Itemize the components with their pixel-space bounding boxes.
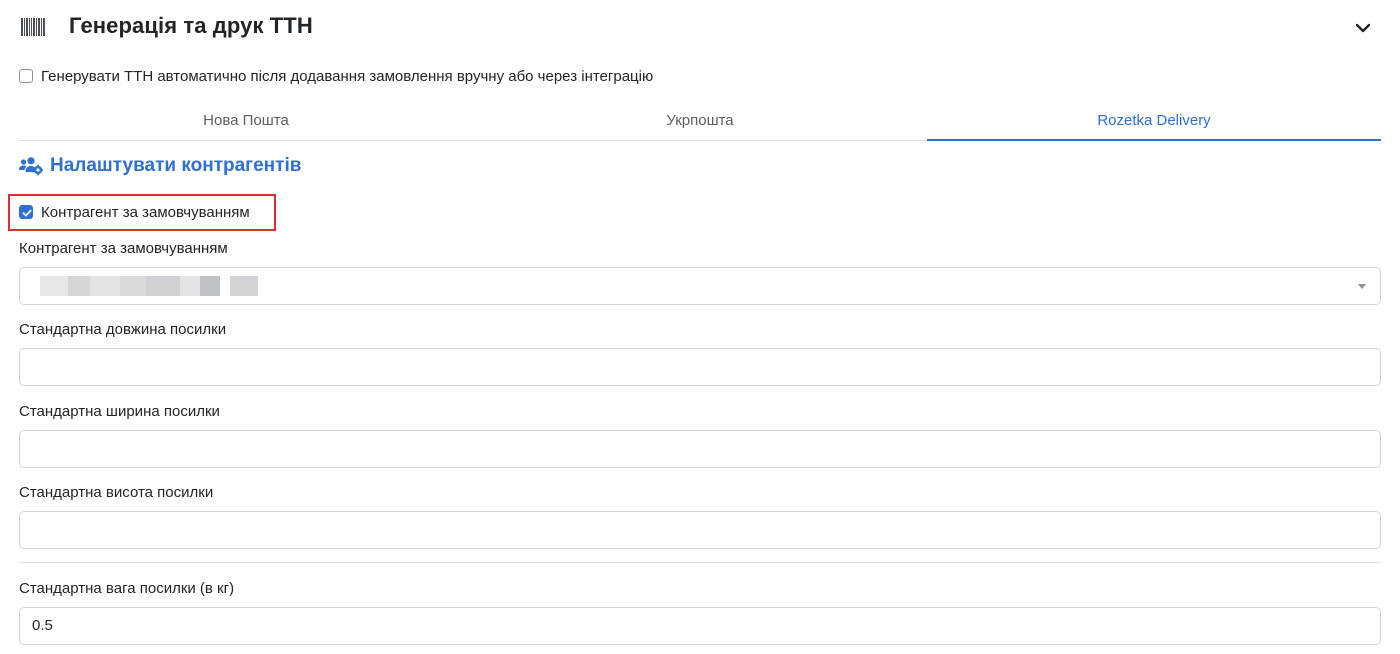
height-input[interactable] [19,511,1381,549]
width-input[interactable] [19,430,1381,468]
auto-generate-checkbox[interactable] [19,69,33,83]
tab-rozetka-delivery[interactable]: Rozetka Delivery [927,104,1381,141]
caret-down-icon [1358,284,1366,289]
weight-label: Стандартна вага посилки (в кг) [19,580,235,597]
carrier-tabs: Нова Пошта Укрпошта Rozetka Delivery [19,104,1381,141]
checkmark-icon [22,209,32,217]
configure-counterparties-text: Налаштувати контрагентів [50,155,302,176]
divider [19,562,1381,563]
panel-header: Генерація та друк ТТН [0,0,1400,56]
weight-input[interactable]: 0.5 [19,607,1381,645]
tab-nova-poshta[interactable]: Нова Пошта [19,104,473,140]
auto-generate-label: Генерувати ТТН автоматично після додаван… [41,67,654,85]
length-label: Стандартна довжина посилки [19,321,227,338]
default-counterparty-option[interactable]: Контрагент за замовчуванням [19,202,250,222]
length-input[interactable] [19,348,1381,386]
auto-generate-option[interactable]: Генерувати ТТН автоматично після додаван… [19,66,653,86]
page-title: Генерація та друк ТТН [69,13,313,38]
chevron-down-icon[interactable] [1355,21,1371,35]
users-cog-icon [19,157,43,176]
width-label: Стандартна ширина посилки [19,403,220,420]
height-label: Стандартна висота посилки [19,484,214,501]
counterparty-select-label: Контрагент за замовчуванням [19,240,228,257]
counterparty-select[interactable] [19,267,1381,305]
configure-counterparties-link[interactable]: Налаштувати контрагентів [19,155,301,177]
default-counterparty-checkbox[interactable] [19,205,33,219]
tab-ukrposhta[interactable]: Укрпошта [473,104,927,140]
default-counterparty-label: Контрагент за замовчуванням [41,203,250,221]
barcode-icon [21,18,45,36]
